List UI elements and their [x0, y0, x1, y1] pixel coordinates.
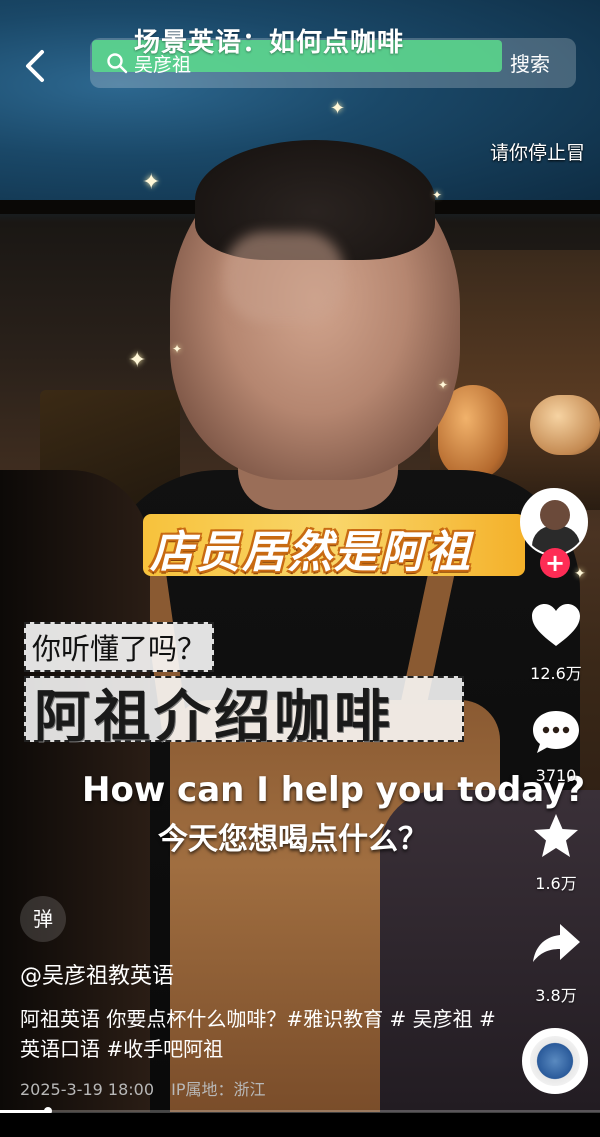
- back-arrow-icon[interactable]: [20, 46, 52, 86]
- search-input[interactable]: 吴彦祖: [134, 50, 191, 77]
- danmu-toggle-button[interactable]: 弹: [20, 896, 66, 942]
- heart-icon[interactable]: [530, 602, 582, 650]
- share-count: 3.8万: [535, 986, 577, 1005]
- sparkle-icon: ✦: [128, 348, 147, 373]
- comment-icon[interactable]: [530, 708, 582, 756]
- ip-location: IP属地：浙江: [171, 1080, 266, 1099]
- comment-count: 3710: [535, 766, 577, 785]
- subtitle-chinese: 今天您想喝点什么？: [158, 822, 428, 857]
- search-icon: [107, 53, 128, 74]
- sparkle-icon: ✦: [574, 566, 586, 582]
- caption-small: 你听懂了吗？: [24, 622, 215, 672]
- avatar: [520, 488, 588, 556]
- sparkle-icon: ✦: [438, 378, 449, 392]
- like-count: 12.6万: [530, 664, 582, 683]
- sparkle-icon: ✦: [330, 98, 346, 119]
- sparkle-icon: ✦: [432, 188, 443, 202]
- post-date: 2025-3-19 18:00: [20, 1080, 154, 1099]
- subtitle-english: How can I help you today?: [82, 770, 586, 810]
- favorite-count: 1.6万: [535, 874, 577, 893]
- video-description[interactable]: 阿祖英语 你要点杯什么咖啡？#雅识教育 # 吴彦祖 #英语口语 #收手吧阿祖: [20, 1004, 500, 1064]
- star-icon[interactable]: [530, 812, 582, 860]
- caption-large: 阿祖介绍咖啡: [34, 685, 394, 750]
- avatar-face: [540, 500, 570, 530]
- author-name[interactable]: @吴彦祖教英语: [20, 958, 174, 990]
- bottom-bar: [0, 1113, 600, 1137]
- follow-button[interactable]: +: [540, 548, 570, 578]
- music-disc-artwork: [530, 1036, 580, 1086]
- scrolling-ticker: 请你停止冒: [490, 142, 586, 164]
- sparkle-icon: ✦: [142, 170, 161, 195]
- author-avatar[interactable]: [520, 488, 588, 556]
- search-button[interactable]: 搜索: [510, 48, 550, 77]
- face-blur: [224, 232, 344, 322]
- sparkle-icon: ✦: [172, 342, 183, 356]
- title-banner-text: 店员居然是阿祖: [150, 527, 472, 578]
- video-meta: 2025-3-19 18:00 IP属地：浙江: [20, 1076, 265, 1100]
- music-disc-icon[interactable]: [522, 1028, 588, 1094]
- share-icon[interactable]: [530, 920, 582, 968]
- background-pastry: [530, 395, 600, 455]
